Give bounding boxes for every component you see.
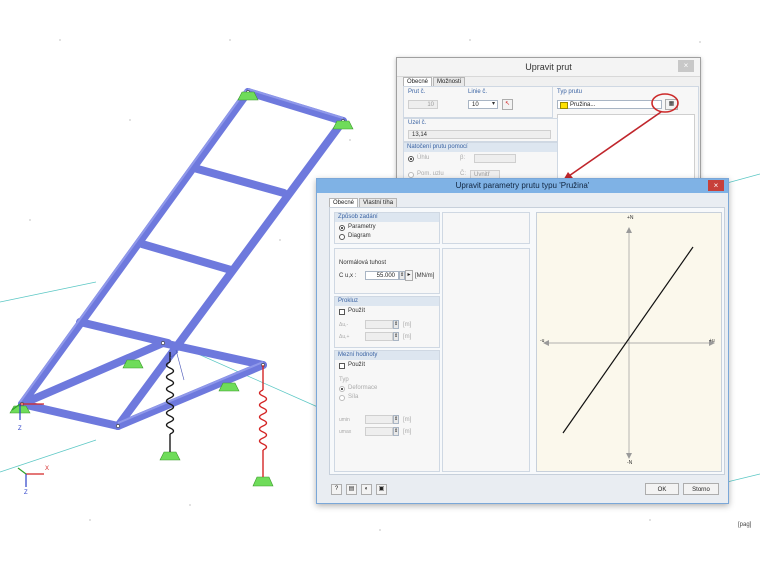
save-button[interactable]: ▣ bbox=[376, 484, 387, 495]
slippage-pos-spinner[interactable]: ⇕ bbox=[393, 332, 399, 341]
spring-dialog-title: Upravit parametry prutu typu 'Pružina' bbox=[455, 181, 590, 190]
limits-min-field[interactable] bbox=[365, 415, 393, 424]
limits-max-spinner[interactable]: ⇕ bbox=[393, 427, 399, 436]
tab-self-weight[interactable]: Vlastní tíha bbox=[359, 198, 398, 207]
input-parameters-label: Parametry bbox=[348, 224, 376, 230]
slippage-header: Prokluz bbox=[335, 297, 439, 306]
spring-close-button[interactable]: × bbox=[708, 180, 724, 191]
limits-force-radio[interactable] bbox=[339, 395, 345, 401]
input-parameters-radio[interactable] bbox=[339, 225, 345, 231]
slippage-neg-unit: [m] bbox=[403, 322, 412, 328]
spring-diagram: +N -N -u +u bbox=[536, 212, 722, 472]
input-method-side-panel bbox=[442, 212, 530, 244]
slippage-use-label: Použít bbox=[348, 308, 366, 314]
input-diagram-label: Diagram bbox=[348, 233, 371, 239]
open-button[interactable]: ◐ bbox=[361, 484, 372, 495]
cancel-button[interactable]: Storno bbox=[683, 483, 719, 495]
axial-stiffness-label: Normálová tuhost bbox=[339, 260, 387, 266]
spring-parameters-dialog: Upravit parametry prutu typu 'Pružina' ×… bbox=[316, 178, 729, 504]
slippage-panel: Prokluz Použít Δu,- ⇕ [m] Δu,+ ⇕ [m] bbox=[334, 296, 440, 348]
limits-use-checkbox[interactable] bbox=[339, 363, 345, 369]
slippage-neg-field[interactable] bbox=[365, 320, 393, 329]
limits-min-spinner[interactable]: ⇕ bbox=[393, 415, 399, 424]
slippage-pos-field[interactable] bbox=[365, 332, 393, 341]
axial-stiffness-unit: [MN/m] bbox=[415, 273, 435, 279]
limits-max-field[interactable] bbox=[365, 427, 393, 436]
slippage-pos-label: Δu,+ bbox=[339, 334, 350, 340]
spring-titlebar[interactable]: Upravit parametry prutu typu 'Pružina' × bbox=[317, 179, 728, 193]
axial-stiffness-field[interactable]: 55.000 bbox=[365, 271, 399, 280]
input-diagram-radio[interactable] bbox=[339, 234, 345, 240]
parameters-side-panel bbox=[442, 248, 530, 472]
spring-diagram-svg bbox=[543, 227, 715, 459]
axial-stiffness-panel: Normálová tuhost C u,x : 55.000 ⇕ ▸ [MN/… bbox=[334, 248, 440, 294]
tab-spring-general[interactable]: Obecné bbox=[329, 198, 359, 207]
slippage-neg-label: Δu,- bbox=[339, 322, 349, 328]
limits-max-label: umax bbox=[339, 429, 352, 435]
limits-use-label: Použít bbox=[348, 362, 366, 368]
diagram-neg-u-label: -u bbox=[540, 338, 545, 344]
help-button[interactable]: ? bbox=[331, 484, 342, 495]
units-button[interactable]: ▤ bbox=[346, 484, 357, 495]
slippage-pos-unit: [m] bbox=[403, 334, 412, 340]
limits-deformation-radio[interactable] bbox=[339, 386, 345, 392]
spring-general-page: Způsob zadání Parametry Diagram Normálov… bbox=[329, 207, 725, 475]
axial-stiffness-symbol: C u,x : bbox=[339, 273, 357, 279]
limits-max-unit: [m] bbox=[403, 429, 412, 435]
limits-deformation-label: Deformace bbox=[348, 385, 378, 391]
limits-header: Mezní hodnoty bbox=[335, 351, 439, 360]
slippage-use-checkbox[interactable] bbox=[339, 309, 345, 315]
limits-force-label: Síla bbox=[348, 394, 359, 400]
input-method-panel: Způsob zadání Parametry Diagram bbox=[334, 212, 440, 244]
input-method-header: Způsob zadání bbox=[335, 213, 439, 222]
limits-panel: Mezní hodnoty Použít Typ Deformace Síla … bbox=[334, 350, 440, 472]
diagram-pos-u-label: +u bbox=[709, 338, 715, 344]
highlight-circle bbox=[651, 93, 679, 113]
ok-button[interactable]: OK bbox=[645, 483, 679, 495]
diagram-neg-n-label: -N bbox=[627, 460, 633, 466]
slippage-neg-spinner[interactable]: ⇕ bbox=[393, 320, 399, 329]
limits-min-unit: [m] bbox=[403, 417, 412, 423]
diagram-pos-n-label: +N bbox=[627, 215, 634, 221]
limits-min-label: umin bbox=[339, 417, 350, 423]
pointer-arrow bbox=[565, 111, 662, 179]
axial-stiffness-menu-button[interactable]: ▸ bbox=[405, 270, 413, 281]
spring-characteristic-line bbox=[562, 246, 694, 434]
limits-type-label: Typ bbox=[339, 377, 349, 383]
